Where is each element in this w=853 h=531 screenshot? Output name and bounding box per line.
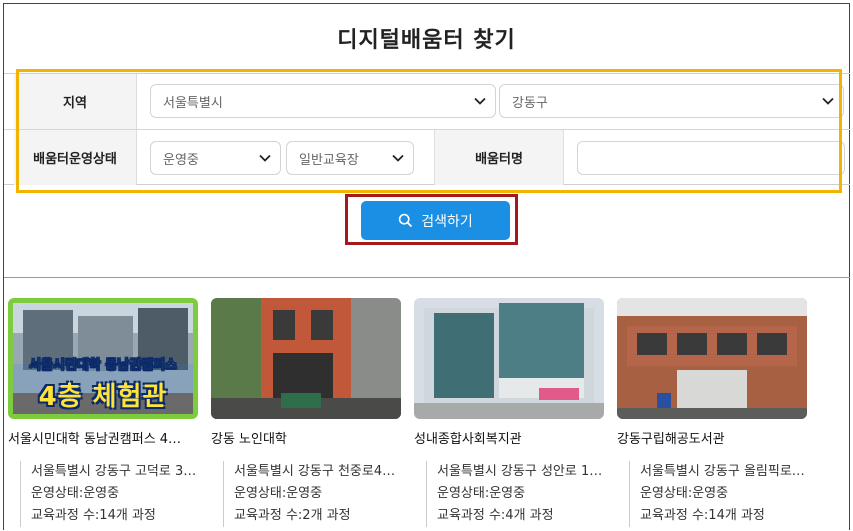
card-thumbnail[interactable]: 서울시민대학 동남권캠퍼스 4층 체험관 <box>8 298 198 419</box>
search-button-label: 검색하기 <box>421 213 473 230</box>
card-address: 서울특별시 강동구 천중로4… <box>234 464 396 479</box>
card-address: 서울특별시 강동구 올림픽로… <box>640 464 805 479</box>
search-button[interactable]: 검색하기 <box>361 201 510 240</box>
card-courses: 교육과정 수:14개 과정 <box>640 508 765 523</box>
card-status: 운영상태:운영중 <box>234 486 323 501</box>
card-courses: 교육과정 수:4개 과정 <box>437 508 554 523</box>
thumb-overlay-line2: 4층 체험관 <box>38 382 168 412</box>
card-status: 운영상태:운영중 <box>31 486 120 501</box>
card-title[interactable]: 성내종합사회복지관 <box>414 428 614 447</box>
section-divider <box>4 277 850 278</box>
thumb-overlay-line1: 서울시민대학 동남권캠퍼스 <box>28 358 178 374</box>
welfare-center-building-image <box>414 298 604 419</box>
card-info: 서울특별시 강동구 올림픽로… 운영상태:운영중 교육과정 수:14개 과정 <box>629 461 815 527</box>
card-address: 서울특별시 강동구 성안로 1… <box>437 464 603 479</box>
card-status: 운영상태:운영중 <box>640 486 729 501</box>
card-thumbnail[interactable] <box>617 298 807 419</box>
card-title[interactable]: 강동 노인대학 <box>211 428 411 447</box>
card-info: 서울특별시 강동구 고덕로 3… 운영상태:운영중 교육과정 수:14개 과정 <box>20 461 206 527</box>
card-status: 운영상태:운영중 <box>437 486 526 501</box>
card-title[interactable]: 서울시민대학 동남권캠퍼스 4… <box>8 428 208 447</box>
library-building-image <box>617 298 807 419</box>
filter-highlight <box>16 69 842 193</box>
card-thumbnail[interactable] <box>414 298 604 419</box>
card-address: 서울특별시 강동구 고덕로 3… <box>31 464 197 479</box>
search-icon <box>399 213 413 228</box>
card-info: 서울특별시 강동구 천중로4… 운영상태:운영중 교육과정 수:2개 과정 <box>223 461 409 527</box>
card-thumbnail[interactable] <box>211 298 401 419</box>
card-info: 서울특별시 강동구 성안로 1… 운영상태:운영중 교육과정 수:4개 과정 <box>426 461 612 527</box>
card-title[interactable]: 강동구립해공도서관 <box>617 428 817 447</box>
page-title: 디지털배움터 찾기 <box>337 28 516 53</box>
card-courses: 교육과정 수:2개 과정 <box>234 508 351 523</box>
senior-college-building-image <box>211 298 401 419</box>
card-courses: 교육과정 수:14개 과정 <box>31 508 156 523</box>
